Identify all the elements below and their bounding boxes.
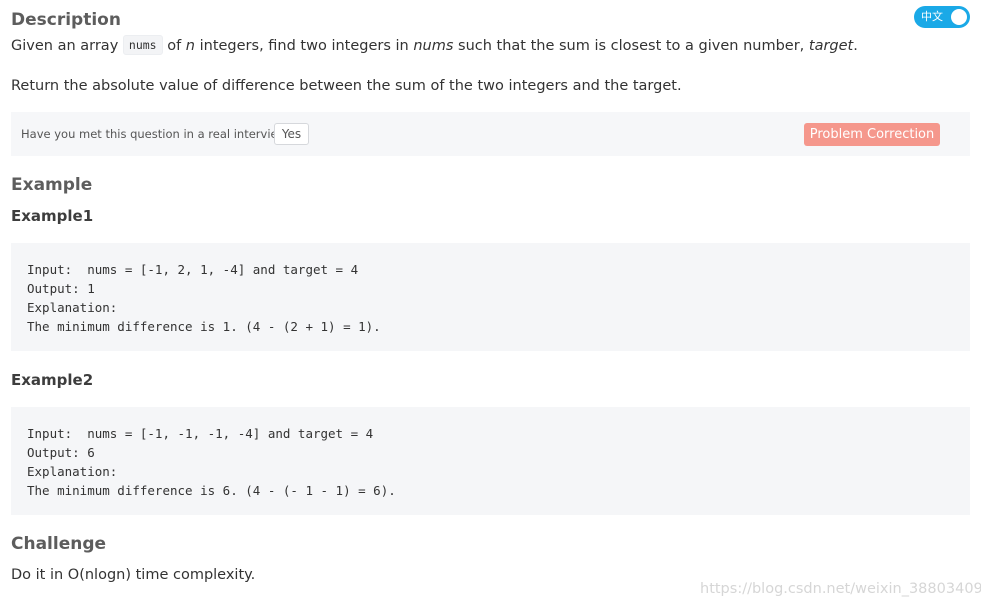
toggle-label: 中文 — [921, 10, 943, 23]
desc-italic-n: n — [185, 38, 195, 54]
interview-question: Have you met this question in a real int… — [21, 127, 294, 141]
desc-text: such that the sum is closest to a given … — [453, 38, 809, 54]
code-line: Output: 6 — [27, 445, 95, 460]
example2-title: Example2 — [11, 371, 94, 389]
example1-code-block: Input: nums = [-1, 2, 1, -4] and target … — [11, 243, 970, 351]
example-heading: Example — [11, 175, 93, 195]
desc-text: . — [853, 38, 858, 54]
code-line: Explanation: — [27, 300, 118, 315]
code-line: Output: 1 — [27, 281, 95, 296]
desc-text: Given an array — [11, 38, 123, 54]
problem-correction-button[interactable]: Problem Correction — [804, 123, 940, 146]
code-line: Input: nums = [-1, 2, 1, -4] and target … — [27, 262, 359, 277]
code-line: Input: nums = [-1, -1, -1, -4] and targe… — [27, 426, 374, 441]
desc-italic-target: target — [808, 38, 854, 54]
example1-title: Example1 — [11, 207, 94, 225]
desc-text: integers, find two integers in — [195, 38, 414, 54]
yes-button[interactable]: Yes — [274, 123, 309, 145]
code-line: Explanation: — [27, 464, 118, 479]
description-paragraph-2: Return the absolute value of difference … — [11, 78, 682, 94]
example2-code-block: Input: nums = [-1, -1, -1, -4] and targe… — [11, 407, 970, 515]
code-line: The minimum difference is 6. (4 - (- 1 -… — [27, 483, 396, 498]
desc-italic-nums: nums — [413, 38, 454, 54]
code-line: The minimum difference is 1. (4 - (2 + 1… — [27, 319, 381, 334]
challenge-text: Do it in O(nlogn) time complexity. — [11, 567, 256, 583]
description-paragraph-1: Given an array nums of n integers, find … — [11, 35, 858, 56]
description-heading: Description — [11, 10, 121, 30]
toggle-knob — [951, 9, 967, 25]
watermark: https://blog.csdn.net/weixin_38803409 — [700, 581, 981, 597]
language-toggle[interactable]: 中文 — [914, 6, 970, 28]
challenge-heading: Challenge — [11, 534, 107, 554]
interview-bar: Have you met this question in a real int… — [11, 112, 970, 156]
inline-code-nums: nums — [122, 35, 163, 55]
desc-text: of — [162, 38, 186, 54]
